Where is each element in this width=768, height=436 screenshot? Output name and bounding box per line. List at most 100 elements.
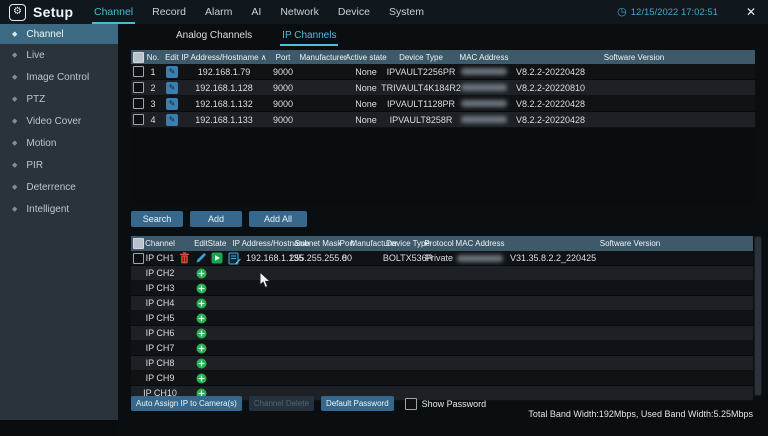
add-camera-icon[interactable]	[196, 343, 207, 354]
table-header: Channel Edit State IP Address/Hostname S…	[131, 236, 753, 251]
sidebar-item-channel[interactable]: ◆ Channel	[0, 24, 118, 44]
col-edit: Edit	[193, 236, 209, 251]
add-camera-icon[interactable]	[196, 298, 207, 309]
row-checkbox[interactable]	[133, 66, 144, 77]
device-row-4[interactable]: 4 ✎ 192.168.1.133 9000 None IPVAULT8258R…	[131, 112, 755, 128]
scrollbar-thumb[interactable]	[755, 237, 761, 395]
default-password-button[interactable]: Default Password	[321, 396, 394, 411]
channel-row-ch1[interactable]: IP CH1 192.168.1.135 255.255.255.0 80 BO…	[131, 251, 753, 266]
diamond-icon: ◆	[12, 184, 17, 191]
diamond-icon: ◆	[12, 140, 17, 147]
channel-row-ch4[interactable]: IP CH4	[131, 296, 753, 311]
gear-icon: ⚙	[9, 4, 26, 21]
col-active-state: Active state	[345, 50, 387, 64]
col-manufacturer: Manufacturer	[301, 50, 345, 64]
select-all-checkbox[interactable]	[133, 52, 144, 63]
edit-icon[interactable]: ✎	[166, 66, 178, 78]
mac-address-redacted	[457, 255, 503, 262]
col-channel: Channel	[145, 236, 175, 251]
menu-item-alarm[interactable]: Alarm	[203, 0, 234, 24]
channel-row-ch8[interactable]: IP CH8	[131, 356, 753, 371]
mouse-cursor	[259, 271, 272, 289]
ip-channel-table: Channel Edit State IP Address/Hostname S…	[131, 236, 753, 397]
close-button[interactable]: ✕	[742, 5, 760, 19]
col-version: Software Version	[513, 50, 755, 64]
sidebar-item-video-cover[interactable]: ◆ Video Cover	[0, 110, 118, 132]
edit-pencil-icon[interactable]	[195, 252, 207, 264]
footer-actions: Auto Assign IP to Camera(s) Channel Dele…	[131, 396, 486, 411]
search-button[interactable]: Search	[131, 211, 183, 227]
add-camera-icon[interactable]	[196, 313, 207, 324]
add-button[interactable]: Add	[190, 211, 242, 227]
table-header: No. Edit IP Address/Hostname ∧ Port Manu…	[131, 50, 755, 64]
device-row-3[interactable]: 3 ✎ 192.168.1.132 9000 None IPVAULT1128P…	[131, 96, 755, 112]
ip-address: 192.168.1.79	[183, 64, 265, 79]
show-password-checkbox[interactable]	[405, 398, 417, 410]
discovered-devices-table: No. Edit IP Address/Hostname ∧ Port Manu…	[131, 50, 755, 205]
row-checkbox[interactable]	[133, 98, 144, 109]
ip-address: 192.168.1.128	[183, 80, 265, 95]
tab-analog-channels[interactable]: Analog Channels	[174, 24, 254, 46]
channel-row-ch2[interactable]: IP CH2	[131, 266, 753, 281]
channel-row-ch5[interactable]: IP CH5	[131, 311, 753, 326]
bandwidth-status: Total Band Width:192Mbps, Used Band Widt…	[528, 409, 753, 419]
channel-row-ch7[interactable]: IP CH7	[131, 341, 753, 356]
sidebar-item-deterrence[interactable]: ◆ Deterrence	[0, 176, 118, 198]
col-no: No.	[145, 50, 161, 64]
add-all-button[interactable]: Add All	[249, 211, 307, 227]
edit-icon[interactable]: ✎	[166, 82, 178, 94]
device-row-1[interactable]: 1 ✎ 192.168.1.79 9000 None IPVAULT2256PR…	[131, 64, 755, 80]
sidebar-item-ptz[interactable]: ◆ PTZ	[0, 88, 118, 110]
channel-row-ch9[interactable]: IP CH9	[131, 371, 753, 386]
col-device-type: Device Type	[391, 236, 425, 251]
col-protocol: Protocol	[425, 236, 453, 251]
main-menu: Channel Record Alarm AI Network Device S…	[92, 0, 426, 24]
channel-row-ch3[interactable]: IP CH3	[131, 281, 753, 296]
menu-item-system[interactable]: System	[387, 0, 426, 24]
col-ip: IP Address/Hostname	[243, 236, 299, 251]
add-camera-icon[interactable]	[196, 268, 207, 279]
edit-icon[interactable]: ✎	[166, 114, 178, 126]
diamond-icon: ◆	[12, 96, 17, 103]
diamond-icon: ◆	[12, 118, 17, 125]
clock-text: 12/15/2022 17:02:51	[631, 7, 718, 18]
setup-screen: ⚙ Setup Channel Record Alarm AI Network …	[0, 0, 768, 436]
col-device-type: Device Type	[387, 50, 455, 64]
row-checkbox[interactable]	[133, 114, 144, 125]
select-all-checkbox[interactable]	[133, 238, 144, 249]
add-camera-icon[interactable]	[196, 283, 207, 294]
sidebar-item-live[interactable]: ◆ Live	[0, 44, 118, 66]
channel-delete-button: Channel Delete	[249, 396, 314, 411]
menu-item-network[interactable]: Network	[278, 0, 321, 24]
col-version: Software Version	[507, 236, 753, 251]
menu-item-channel[interactable]: Channel	[92, 0, 135, 24]
edit-icon[interactable]: ✎	[166, 98, 178, 110]
col-ip-sortable[interactable]: IP Address/Hostname ∧	[183, 50, 265, 64]
sidebar-item-motion[interactable]: ◆ Motion	[0, 132, 118, 154]
device-row-2[interactable]: 2 ✎ 192.168.1.128 9000 None TRIVAULT4K18…	[131, 80, 755, 96]
search-actions: Search Add Add All	[131, 211, 307, 227]
row-checkbox[interactable]	[133, 253, 144, 264]
mac-address-redacted	[461, 100, 507, 107]
menu-item-device[interactable]: Device	[336, 0, 372, 24]
diamond-icon: ◆	[12, 206, 17, 213]
menu-item-ai[interactable]: AI	[249, 0, 263, 24]
sidebar-item-pir[interactable]: ◆ PIR	[0, 154, 118, 176]
tab-ip-channels[interactable]: IP Channels	[280, 24, 338, 46]
state-connected-icon[interactable]	[211, 252, 223, 264]
sidebar-item-intelligent[interactable]: ◆ Intelligent	[0, 198, 118, 220]
app-title: Setup	[33, 4, 73, 20]
sidebar-item-image-control[interactable]: ◆ Image Control	[0, 66, 118, 88]
add-camera-icon[interactable]	[196, 358, 207, 369]
channel-row-ch6[interactable]: IP CH6	[131, 326, 753, 341]
delete-icon[interactable]	[179, 252, 190, 264]
add-camera-icon[interactable]	[196, 373, 207, 384]
menu-item-record[interactable]: Record	[150, 0, 188, 24]
auto-assign-ip-button[interactable]: Auto Assign IP to Camera(s)	[131, 396, 242, 411]
add-camera-icon[interactable]	[196, 328, 207, 339]
channel-table-scrollbar[interactable]	[754, 236, 762, 396]
col-mac: MAC Address	[455, 50, 513, 64]
row-checkbox[interactable]	[133, 82, 144, 93]
parameters-doc-icon[interactable]	[228, 252, 241, 265]
system-clock: ◷ 12/15/2022 17:02:51	[617, 7, 718, 18]
